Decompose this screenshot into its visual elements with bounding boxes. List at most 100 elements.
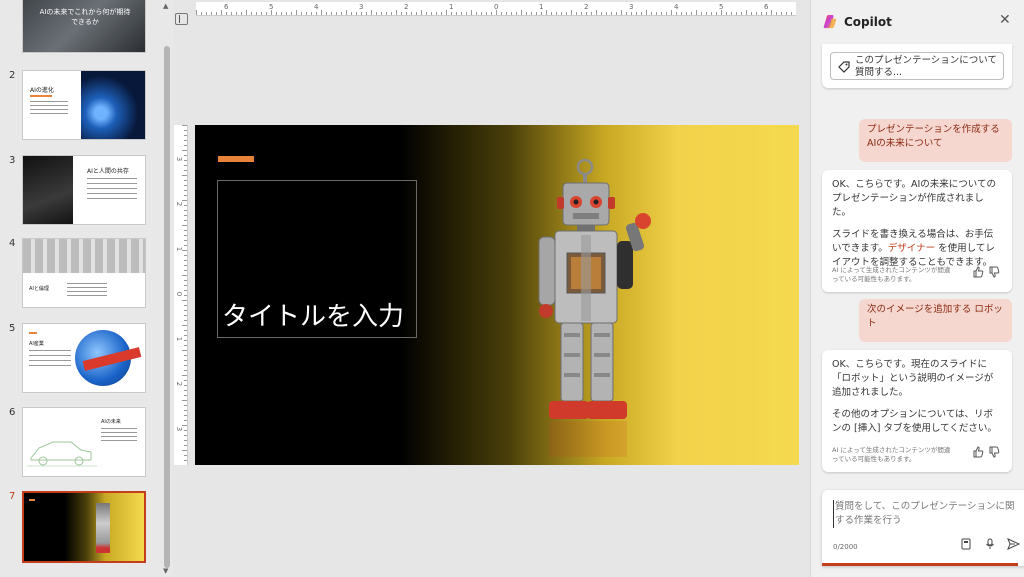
- close-icon[interactable]: ✕: [999, 12, 1011, 28]
- tag-icon: [838, 61, 850, 73]
- title-placeholder[interactable]: タイトルを入力: [217, 180, 417, 338]
- ruler-tick: [184, 220, 187, 221]
- ruler-tick: [426, 12, 427, 15]
- ruler-tick: [184, 335, 187, 336]
- accent-bar: [29, 332, 37, 334]
- ruler-tick: [316, 12, 317, 15]
- ruler-tick: [481, 12, 482, 15]
- ruler-tick: [256, 12, 257, 15]
- ruler-tick: [184, 370, 187, 371]
- assistant-message: OK、こちらです。AIの未来についてのプレゼンテーションが作成されました。 スラ…: [822, 170, 1012, 292]
- ruler-tick: [184, 385, 187, 386]
- scroll-up-icon[interactable]: ▲: [163, 2, 168, 10]
- ruler-tick: [246, 10, 247, 15]
- ruler-tick: [511, 12, 512, 15]
- scrollbar-thumb[interactable]: [164, 46, 170, 568]
- thumbs-down-icon[interactable]: [988, 446, 1000, 458]
- ruler-tick: [766, 12, 767, 15]
- ruler-tick: [184, 355, 187, 356]
- ruler-tick: [521, 10, 522, 15]
- prompt-guide-icon[interactable]: [960, 538, 972, 550]
- ruler-tick: [501, 12, 502, 15]
- feedback-icons: [972, 266, 1002, 278]
- ruler-tick: [321, 10, 322, 15]
- ruler-number: 2: [175, 201, 184, 207]
- slide-number: 5: [9, 323, 16, 334]
- ruler-tick: [416, 12, 417, 15]
- ruler-number: 2: [175, 381, 184, 387]
- ruler-tick: [686, 12, 687, 15]
- ruler-tick: [221, 10, 222, 15]
- horizontal-ruler: 6 5 4 3 2 1 0 1 2 3 4 5 6: [196, 2, 796, 16]
- ruler-tick: [184, 190, 187, 191]
- ruler-tick: [711, 12, 712, 15]
- ruler-tick: [716, 12, 717, 15]
- ruler-tick: [586, 12, 587, 15]
- collapse-thumbnails-button[interactable]: [175, 13, 188, 25]
- slide-number: 2: [9, 70, 16, 81]
- ruler-tick: [681, 12, 682, 15]
- ruler-tick: [184, 215, 187, 216]
- vr-person-image: [23, 156, 73, 224]
- ruler-tick: [184, 185, 187, 186]
- ruler-tick: [184, 285, 187, 286]
- ruler-tick: [446, 10, 447, 15]
- microphone-icon[interactable]: [984, 538, 996, 550]
- ruler-tick: [182, 300, 187, 301]
- slide-number: 7: [9, 491, 16, 502]
- ruler-tick: [486, 12, 487, 15]
- ruler-tick: [756, 12, 757, 15]
- ruler-tick: [184, 205, 187, 206]
- ruler-tick: [411, 12, 412, 15]
- designer-link[interactable]: デザイナー: [888, 243, 935, 254]
- ruler-tick: [476, 12, 477, 15]
- ruler-tick: [182, 150, 187, 151]
- thumbnail-image: AIと倫理: [22, 238, 146, 308]
- ask-about-presentation-chip[interactable]: このプレゼンテーションについて質問する...: [830, 52, 1004, 80]
- ruler-tick: [776, 12, 777, 15]
- ruler-number: 6: [764, 3, 769, 11]
- thumbnail-title: AIの進化: [30, 87, 54, 94]
- ruler-tick: [211, 12, 212, 15]
- ruler-tick: [621, 10, 622, 15]
- ruler-tick: [184, 345, 187, 346]
- ruler-tick: [526, 12, 527, 15]
- ruler-tick: [506, 12, 507, 15]
- scroll-down-icon[interactable]: ▼: [163, 567, 168, 575]
- ruler-tick: [291, 12, 292, 15]
- thumbs-down-icon[interactable]: [988, 266, 1000, 278]
- ruler-tick: [566, 12, 567, 15]
- robot-image[interactable]: [533, 157, 668, 465]
- ruler-tick: [281, 12, 282, 15]
- bullet-lines: [67, 283, 107, 297]
- ruler-number: 2: [404, 3, 409, 11]
- thumbs-up-icon[interactable]: [972, 266, 984, 278]
- ruler-tick: [556, 12, 557, 15]
- ruler-tick: [182, 225, 187, 226]
- ruler-tick: [184, 255, 187, 256]
- chat-input[interactable]: 質問をして、このプレゼンテーションに関する作業を行う: [833, 500, 1015, 528]
- copilot-logo-icon: [823, 14, 837, 29]
- car-sketch-image: [27, 441, 97, 467]
- ruler-tick: [201, 12, 202, 15]
- ruler-tick: [184, 365, 187, 366]
- ruler-tick: [391, 12, 392, 15]
- ruler-number: 3: [359, 3, 364, 11]
- ruler-number: 1: [449, 3, 454, 11]
- ruler-tick: [646, 10, 647, 15]
- title-placeholder-text: タイトルを入力: [222, 302, 405, 332]
- send-icon[interactable]: [1007, 538, 1020, 550]
- ruler-tick: [546, 10, 547, 15]
- thumbnail-image: AIと人間の共存: [22, 155, 146, 225]
- ruler-tick: [196, 10, 197, 15]
- slide-thumbnail-pane: AIの未来でこれから何が期待できるか 2 AIの進化 3 AIと人間の共存 4 …: [0, 0, 166, 577]
- ai-disclaimer: AI によって生成されたコンテンツが間違っている可能性もあります。: [832, 266, 951, 283]
- thumbs-up-icon[interactable]: [972, 446, 984, 458]
- ruler-tick: [182, 350, 187, 351]
- ai-disclaimer: AI によって生成されたコンテンツが間違っている可能性もあります。: [832, 446, 951, 463]
- thumbnail-scrollbar[interactable]: ▲ ▼: [161, 0, 173, 577]
- ruler-tick: [591, 12, 592, 15]
- slide-canvas[interactable]: タイトルを入力: [195, 125, 799, 465]
- network-image: [81, 71, 145, 139]
- thumbnail-title: AIと人間の共存: [87, 168, 129, 175]
